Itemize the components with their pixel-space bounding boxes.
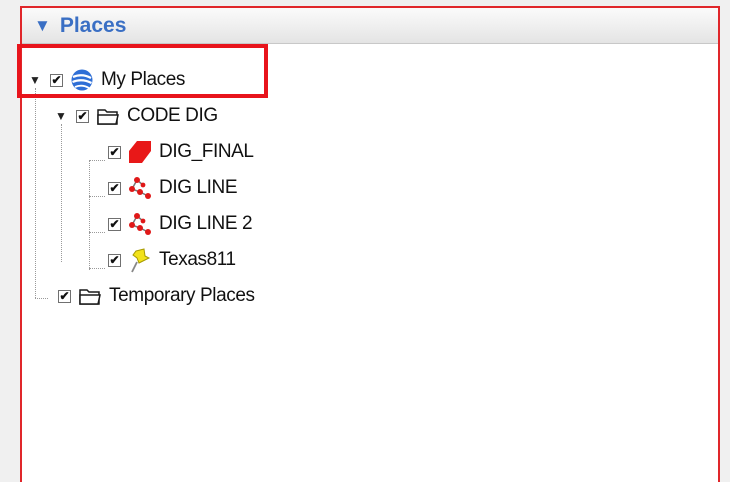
places-tree: ▼ ✔ My Places ▼ ✔ CODE DIG ✔ DIG_FINAL ✔… <box>22 44 718 482</box>
path-icon <box>127 176 153 200</box>
tree-item-dig-line-2[interactable]: ✔ DIG LINE 2 <box>108 210 253 238</box>
checkbox-dig-line-2[interactable]: ✔ <box>108 217 121 231</box>
places-header[interactable]: ▼ Places <box>22 8 718 44</box>
checkbox-dig-final[interactable]: ✔ <box>108 145 121 159</box>
tree-item-texas811[interactable]: ✔ Texas811 <box>108 246 236 274</box>
tree-line <box>35 298 48 299</box>
checkbox-dig-line[interactable]: ✔ <box>108 181 121 195</box>
folder-icon <box>95 104 121 128</box>
triangle-down-icon[interactable]: ▼ <box>34 17 51 34</box>
tree-line <box>89 196 105 197</box>
places-title: Places <box>59 13 127 37</box>
tree-line <box>89 160 105 161</box>
path-icon <box>127 212 153 236</box>
tree-item-label: Temporary Places <box>109 285 255 306</box>
tree-item-label: DIG_FINAL <box>159 141 254 162</box>
folder-icon <box>77 284 103 308</box>
tree-item-label: CODE DIG <box>127 105 218 126</box>
tree-line <box>61 124 62 262</box>
checkbox-texas811[interactable]: ✔ <box>108 253 121 267</box>
tree-item-label: DIG LINE 2 <box>159 213 253 234</box>
pushpin-icon <box>127 248 153 273</box>
checkbox-temporary-places[interactable]: ✔ <box>58 289 71 303</box>
expand-arrow-icon[interactable]: ▼ <box>54 109 68 123</box>
checkbox-code-dig[interactable]: ✔ <box>76 109 89 123</box>
tree-item-code-dig[interactable]: ▼ ✔ CODE DIG <box>54 102 218 130</box>
tree-line <box>35 88 36 298</box>
tree-line <box>89 232 105 233</box>
tree-item-dig-final[interactable]: ✔ DIG_FINAL <box>108 138 254 166</box>
tree-item-label: Texas811 <box>159 249 236 270</box>
tree-line <box>89 268 105 269</box>
polygon-icon <box>127 140 153 164</box>
tree-line <box>89 160 90 270</box>
tree-item-dig-line[interactable]: ✔ DIG LINE <box>108 174 238 202</box>
tree-item-label: DIG LINE <box>159 177 238 198</box>
tree-item-temporary-places[interactable]: ✔ Temporary Places <box>58 282 255 310</box>
highlight-box <box>17 44 268 98</box>
